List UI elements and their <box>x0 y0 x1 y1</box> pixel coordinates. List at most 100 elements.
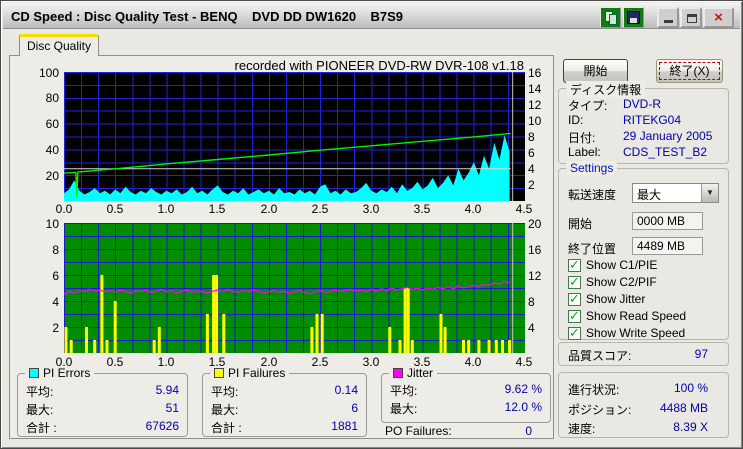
po-failures-label: PO Failures: <box>385 424 452 438</box>
axis-tick-label: 2.0 <box>260 202 278 216</box>
jitter-average: 9.62 % <box>504 382 542 396</box>
axis-tick-label: 2.5 <box>311 355 329 369</box>
axis-tick-label: 0.0 <box>55 202 73 216</box>
speed-label: 速度: <box>568 422 596 436</box>
position-label: ポジション: <box>568 403 632 417</box>
floppy-icon <box>627 11 640 24</box>
axis-tick-label: 3.0 <box>362 202 380 216</box>
axis-tick-label: 100 <box>38 66 59 80</box>
average-label: 平均: <box>390 384 418 398</box>
axis-tick-label: 12 <box>528 98 542 112</box>
axis-tick-label: 4.0 <box>464 202 482 216</box>
total-label: 合計 : <box>211 421 242 435</box>
window-title: CD Speed : Disc Quality Test - BENQ DVD … <box>11 9 404 24</box>
checkbox-icon: ✓ <box>568 307 581 323</box>
checkbox-show-write-speed[interactable]: ✓ Show Write Speed <box>568 325 686 340</box>
axis-tick-label: 16 <box>528 66 542 80</box>
axis-tick-label: 20 <box>528 217 542 231</box>
close-button[interactable]: × <box>703 7 734 28</box>
pi-errors-swatch <box>29 368 39 378</box>
checkbox-icon: ✓ <box>568 257 581 272</box>
end-position-label: 終了位置 <box>568 242 617 256</box>
transfer-speed-select[interactable]: 最大 ▼ <box>632 183 719 203</box>
check-icon: ✓ <box>569 307 580 323</box>
checkbox-show-read-speed[interactable]: ✓ Show Read Speed <box>568 307 686 323</box>
axis-tick-label: 1.0 <box>157 202 175 216</box>
pi-errors-average: 5.94 <box>155 383 179 397</box>
pi-errors-max: 51 <box>165 401 179 415</box>
checkbox-label: Show Write Speed <box>586 326 686 340</box>
pi-failures-average: 0.14 <box>334 383 358 397</box>
jitter-max: 12.0 % <box>504 400 542 414</box>
start-position-input[interactable]: 0000 MB <box>632 212 703 230</box>
axis-tick-label: 1.5 <box>208 355 226 369</box>
quality-score-group: 品質スコア: 97 <box>558 342 729 366</box>
save-icon[interactable] <box>623 7 644 28</box>
position-value: 4488 MB <box>659 401 708 415</box>
checkbox-show-jitter[interactable]: ✓ Show Jitter <box>568 291 646 306</box>
axis-tick-label: 2 <box>52 321 59 335</box>
max-label: 最大: <box>390 402 418 416</box>
jitter-swatch <box>393 368 403 378</box>
checkbox-label: Show C1/PIE <box>586 258 658 272</box>
axis-tick-label: 4.0 <box>464 355 482 369</box>
jitter-panel: Jitter 平均: 9.62 % 最大: 12.0 % <box>381 366 551 423</box>
po-failures-row: PO Failures: 0 <box>385 424 532 438</box>
disc-info-title: ディスク情報 <box>566 81 646 98</box>
disc-type-label: タイプ: <box>568 99 608 113</box>
checkbox-label: Show Jitter <box>586 292 646 306</box>
axis-tick-label: 60 <box>45 117 59 131</box>
start-button[interactable]: 開始 <box>563 59 628 83</box>
disc-type-value: DVD-R <box>623 97 661 111</box>
progress-label: 進行状況: <box>568 383 620 397</box>
pi-failures-panel: PI Failures 平均: 0.14 最大: 6 合計 :1881 <box>202 366 367 437</box>
minimize-button[interactable] <box>657 7 679 28</box>
axis-tick-label: 3.0 <box>362 355 380 369</box>
total-label: 合計 : <box>26 421 57 435</box>
checkbox-show-c2-pif[interactable]: ✓ Show C2/PIF <box>568 273 657 289</box>
axis-tick-label: 3.5 <box>413 202 431 216</box>
end-position-input[interactable]: 4489 MB <box>632 237 703 255</box>
maximize-button[interactable] <box>680 7 702 28</box>
axis-tick-label: 20 <box>45 169 59 183</box>
pi-failures-swatch <box>214 368 224 378</box>
exit-button[interactable]: 終了(X) <box>656 59 723 83</box>
axis-tick-label: 4.5 <box>515 202 533 216</box>
disc-info-group: ディスク情報 タイプ: DVD-R ID: RITEKG04 日付: 29 Ja… <box>558 81 729 164</box>
quality-score-label: 品質スコア: <box>568 349 632 363</box>
axis-tick-label: 2 <box>528 178 535 192</box>
checkbox-show-c1-pie[interactable]: ✓ Show C1/PIE <box>568 257 658 272</box>
axis-tick-label: 4 <box>528 162 535 176</box>
pi-failures-max: 6 <box>351 401 358 415</box>
max-label: 最大: <box>26 403 54 417</box>
pi-errors-panel: PI Errors 平均: 5.94 最大: 51 合計 :67626 <box>17 366 188 437</box>
checkbox-icon: ✓ <box>568 273 581 289</box>
axis-tick-label: 2.0 <box>260 355 278 369</box>
axis-tick-label: 4 <box>528 321 535 335</box>
axis-tick-label: 10 <box>528 114 542 128</box>
tab-disc-quality[interactable]: Disc Quality <box>19 34 99 56</box>
minimize-icon <box>664 20 673 23</box>
copy-icon[interactable] <box>600 7 621 28</box>
pi-failures-total: 1881 <box>331 419 358 433</box>
settings-group: Settings 転送速度 最大 ▼ 開始 0000 MB 終了位置 4489 … <box>558 161 729 340</box>
axis-tick-label: 0.0 <box>55 355 73 369</box>
axis-tick-label: 14 <box>528 82 542 96</box>
po-failures-value: 0 <box>525 424 532 438</box>
average-label: 平均: <box>26 385 54 399</box>
axis-tick-label: 16 <box>528 243 542 257</box>
axis-tick-label: 1.0 <box>157 355 175 369</box>
chevron-down-icon[interactable]: ▼ <box>701 184 718 202</box>
document-icon <box>609 14 617 25</box>
axis-tick-label: 4 <box>52 295 59 309</box>
recorded-with-caption: recorded with PIONEER DVD-RW DVR-108 v1.… <box>234 58 524 73</box>
transfer-speed-label: 転送速度 <box>568 188 617 202</box>
axis-tick-label: 2.5 <box>311 202 329 216</box>
axis-tick-label: 80 <box>45 91 59 105</box>
title-bar: CD Speed : Disc Quality Test - BENQ DVD … <box>3 3 740 29</box>
disc-label-value: CDS_TEST_B2 <box>623 145 708 159</box>
pi-errors-total: 67626 <box>145 419 179 433</box>
check-icon: ✓ <box>569 273 580 289</box>
disc-id-label: ID: <box>568 113 584 127</box>
start-position-label: 開始 <box>568 217 593 231</box>
